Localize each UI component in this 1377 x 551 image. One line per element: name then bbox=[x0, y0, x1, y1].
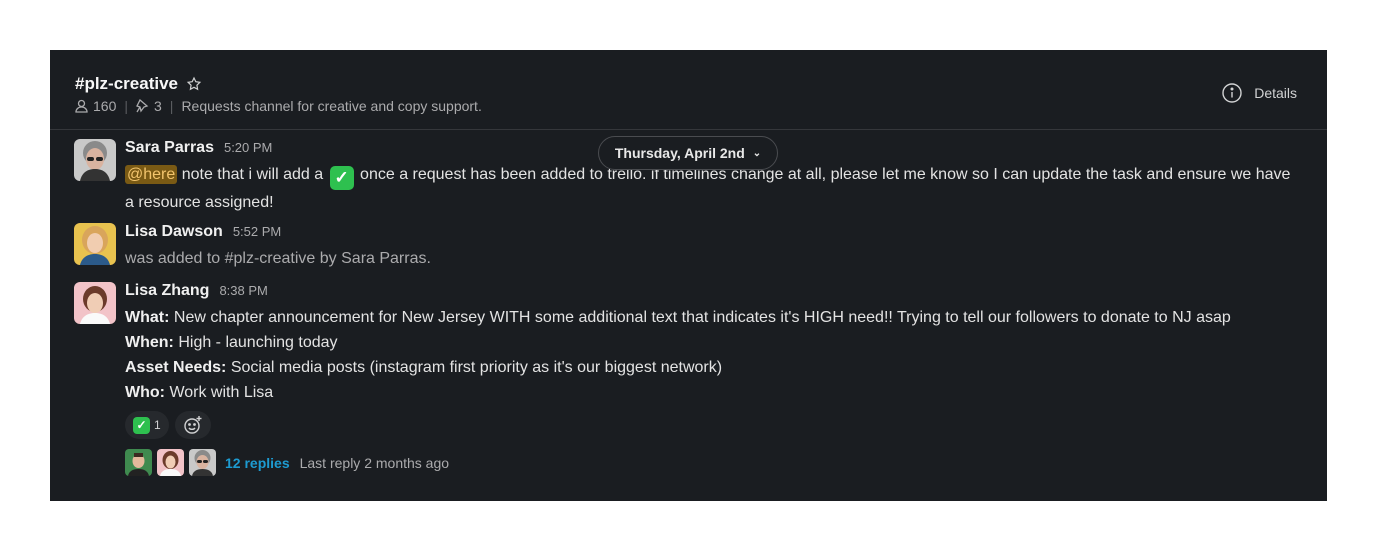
message-text-part: note that i will add a bbox=[181, 166, 324, 183]
channel-title[interactable]: #plz-creative bbox=[75, 74, 202, 94]
date-divider-button[interactable]: Thursday, April 2nd ⌄ bbox=[598, 136, 778, 170]
field-asset-needs: Asset Needs: Social media posts (instagr… bbox=[125, 355, 1303, 380]
thread-summary[interactable]: 12 replies Last reply 2 months ago bbox=[125, 449, 1303, 476]
timestamp[interactable]: 5:20 PM bbox=[224, 140, 272, 155]
star-icon[interactable] bbox=[186, 76, 202, 92]
meta-divider: | bbox=[169, 98, 174, 114]
avatar bbox=[157, 449, 184, 476]
member-count[interactable]: 160 bbox=[93, 98, 116, 114]
channel-description: Requests channel for creative and copy s… bbox=[181, 98, 482, 114]
check-mark-icon: ✓ bbox=[329, 166, 354, 190]
avatar[interactable] bbox=[74, 139, 116, 181]
field-who: Who: Work with Lisa bbox=[125, 380, 1303, 405]
details-button[interactable]: Details bbox=[1222, 83, 1297, 103]
message-text: What: New chapter announcement for New J… bbox=[125, 305, 1303, 405]
channel-name: #plz-creative bbox=[75, 74, 178, 93]
author-name[interactable]: Lisa Dawson bbox=[125, 223, 223, 241]
avatar bbox=[189, 449, 216, 476]
avatar bbox=[125, 449, 152, 476]
replies-link[interactable]: 12 replies bbox=[225, 455, 290, 471]
field-label: When: bbox=[125, 334, 174, 351]
reaction-count: 1 bbox=[154, 418, 161, 432]
field-label: What: bbox=[125, 309, 170, 326]
field-value: High - launching today bbox=[178, 334, 338, 351]
system-message-text: was added to #plz-creative by Sara Parra… bbox=[125, 250, 431, 267]
add-reaction-button[interactable] bbox=[174, 411, 211, 439]
field-value: Work with Lisa bbox=[169, 384, 274, 401]
field-label: Who: bbox=[125, 384, 165, 401]
field-value: Social media posts (instagram first prio… bbox=[230, 359, 723, 376]
meta-divider: | bbox=[124, 98, 128, 114]
details-label: Details bbox=[1254, 85, 1297, 101]
avatar[interactable] bbox=[74, 282, 116, 324]
author-name[interactable]: Sara Parras bbox=[125, 139, 214, 157]
field-label: Asset Needs: bbox=[125, 359, 227, 376]
avatar[interactable] bbox=[74, 223, 116, 265]
chevron-down-icon: ⌄ bbox=[752, 147, 762, 159]
channel-header: #plz-creative 160 | 3 | Requests channel… bbox=[50, 50, 1327, 130]
reactions-bar: ✓ 1 bbox=[125, 411, 1303, 439]
field-value: New chapter announcement for New Jersey … bbox=[173, 309, 1231, 326]
last-reply-text: Last reply 2 months ago bbox=[299, 454, 450, 471]
date-label: Thursday, April 2nd bbox=[614, 145, 745, 161]
field-what: What: New chapter announcement for New J… bbox=[125, 305, 1303, 330]
slack-window: #plz-creative 160 | 3 | Requests channel… bbox=[50, 50, 1327, 501]
timestamp[interactable]: 8:38 PM bbox=[219, 283, 267, 298]
members-icon[interactable] bbox=[75, 99, 88, 113]
check-reaction[interactable]: ✓ 1 bbox=[125, 411, 169, 439]
pin-count[interactable]: 3 bbox=[154, 98, 162, 114]
check-mark-icon: ✓ bbox=[133, 416, 150, 434]
pin-icon[interactable] bbox=[136, 99, 149, 113]
author-name[interactable]: Lisa Zhang bbox=[125, 282, 209, 300]
here-mention[interactable]: @here bbox=[125, 165, 178, 184]
channel-meta: 160 | 3 | Requests channel for creative … bbox=[75, 98, 482, 114]
field-when: When: High - launching today bbox=[125, 330, 1303, 355]
timestamp[interactable]: 5:52 PM bbox=[233, 224, 281, 239]
add-emoji-icon bbox=[183, 416, 202, 434]
info-icon bbox=[1222, 83, 1242, 103]
